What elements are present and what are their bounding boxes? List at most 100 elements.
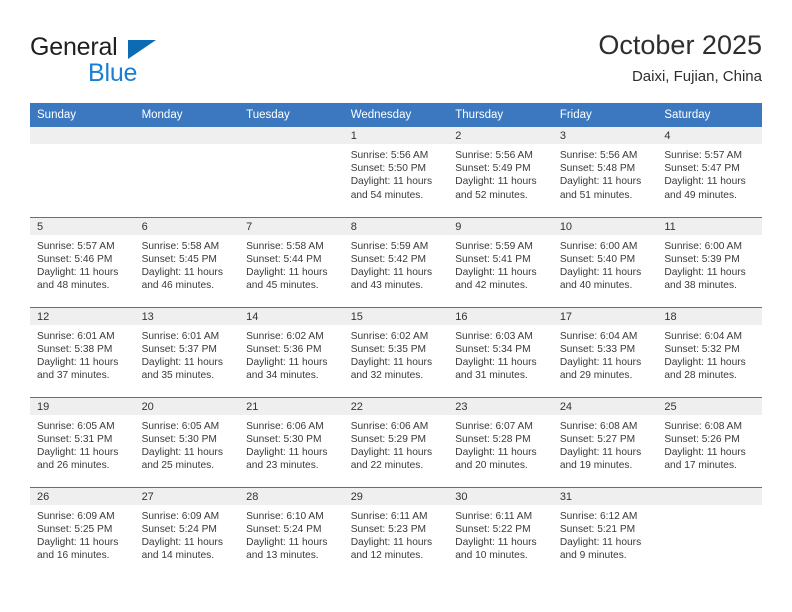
day-cell[interactable]: 15 Sunrise: 6:02 AM Sunset: 5:35 PM Dayligh… (343, 306, 449, 397)
day-number: 28 (239, 487, 344, 505)
daylight-line2-text: and 35 minutes. (141, 370, 215, 382)
daylight-line2-text: and 10 minutes. (455, 550, 528, 562)
sunrise-text: Sunrise: 6:10 AM (246, 510, 324, 522)
day-cell[interactable]: 4 Sunrise: 5:57 AM Sunset: 5:47 PM Daylight… (657, 127, 762, 217)
sunrise-text: Sunrise: 6:07 AM (455, 420, 533, 432)
sunrise-text: Sunrise: 6:00 AM (664, 240, 742, 252)
day-cell[interactable]: 31 Sunrise: 6:12 AM Sunset: 5:21 PM Dayligh… (552, 486, 658, 577)
daylight-line1-text: Daylight: 11 hours (246, 266, 328, 278)
day-cell[interactable]: 10 Sunrise: 6:00 AM Sunset: 5:40 PM Dayligh… (552, 216, 658, 307)
day-cell[interactable]: 28 Sunrise: 6:10 AM Sunset: 5:24 PM Dayligh… (239, 486, 344, 577)
day-number: 12 (30, 307, 135, 325)
column-header-tuesday: Tuesday (239, 103, 344, 127)
column-header-friday: Friday (552, 103, 658, 127)
sunset-text: Sunset: 5:42 PM (350, 253, 427, 265)
day-cell[interactable]: 13 Sunrise: 6:01 AM Sunset: 5:37 PM Dayligh… (134, 306, 240, 397)
day-number: 19 (30, 397, 135, 415)
day-details: Sunrise: 6:01 AM Sunset: 5:38 PM Daylight:… (30, 325, 135, 383)
day-details: Sunrise: 6:09 AM Sunset: 5:24 PM Daylight:… (135, 505, 240, 563)
sunrise-text: Sunrise: 5:58 AM (246, 240, 324, 252)
page-header: General Blue October 2025 Daixi, Fujian,… (30, 28, 762, 96)
day-cell[interactable]: 22 Sunrise: 6:06 AM Sunset: 5:29 PM Dayligh… (343, 396, 449, 487)
sunrise-text: Sunrise: 5:59 AM (350, 240, 429, 252)
daylight-line2-text: and 34 minutes. (246, 370, 319, 382)
daylight-line2-text: and 23 minutes. (246, 460, 319, 472)
daylight-line1-text: Daylight: 11 hours (141, 356, 223, 368)
daylight-line1-text: Daylight: 11 hours (246, 446, 328, 458)
day-number: 15 (343, 307, 449, 325)
day-cell[interactable]: 21 Sunrise: 6:06 AM Sunset: 5:30 PM Dayligh… (239, 396, 344, 487)
day-details: Sunrise: 5:56 AM Sunset: 5:49 PM Daylight:… (448, 144, 553, 202)
day-details: Sunrise: 6:08 AM Sunset: 5:26 PM Daylight:… (657, 415, 762, 473)
day-details: Sunrise: 5:57 AM Sunset: 5:46 PM Daylight:… (30, 235, 135, 293)
day-cell[interactable]: 30 Sunrise: 6:11 AM Sunset: 5:22 PM Dayligh… (448, 486, 553, 577)
daylight-line1-text: Daylight: 11 hours (664, 446, 746, 458)
daylight-line2-text: and 25 minutes. (141, 460, 215, 472)
sunset-text: Sunset: 5:31 PM (37, 433, 113, 445)
daylight-line2-text: and 42 minutes. (455, 280, 528, 292)
day-cell[interactable]: 7 Sunrise: 5:58 AM Sunset: 5:44 PM Daylight… (239, 216, 344, 307)
day-details: Sunrise: 6:03 AM Sunset: 5:34 PM Daylight:… (448, 325, 553, 383)
day-details: Sunrise: 5:59 AM Sunset: 5:42 PM Daylight:… (344, 235, 449, 293)
day-cell[interactable]: 16 Sunrise: 6:03 AM Sunset: 5:34 PM Dayligh… (448, 306, 553, 397)
sunrise-text: Sunrise: 5:59 AM (455, 240, 533, 252)
day-number: 21 (239, 397, 344, 415)
day-cell[interactable]: 29 Sunrise: 6:11 AM Sunset: 5:23 PM Dayligh… (343, 486, 449, 577)
sunrise-text: Sunrise: 6:02 AM (246, 330, 324, 342)
day-details: Sunrise: 5:58 AM Sunset: 5:45 PM Daylight:… (135, 235, 240, 293)
week-row: 5 Sunrise: 5:57 AM Sunset: 5:46 PM Daylight… (30, 216, 762, 307)
brand-logo[interactable]: General Blue (30, 32, 290, 88)
sunset-text: Sunset: 5:41 PM (455, 253, 531, 265)
day-details: Sunrise: 5:57 AM Sunset: 5:47 PM Daylight:… (657, 144, 762, 202)
day-number: 7 (239, 217, 344, 235)
day-cell[interactable]: 25 Sunrise: 6:08 AM Sunset: 5:26 PM Dayligh… (657, 396, 762, 487)
day-cell[interactable]: 3 Sunrise: 5:56 AM Sunset: 5:48 PM Daylight… (552, 127, 658, 217)
day-cell[interactable]: 11 Sunrise: 6:00 AM Sunset: 5:39 PM Dayligh… (657, 216, 762, 307)
sunrise-text: Sunrise: 5:56 AM (559, 150, 638, 161)
daylight-line1-text: Daylight: 11 hours (455, 176, 537, 188)
day-cell[interactable]: 18 Sunrise: 6:04 AM Sunset: 5:32 PM Dayligh… (657, 306, 762, 397)
daylight-line1-text: Daylight: 11 hours (350, 266, 433, 278)
day-details: Sunrise: 6:04 AM Sunset: 5:32 PM Daylight:… (657, 325, 762, 383)
sunset-text: Sunset: 5:25 PM (37, 523, 113, 535)
page-subtitle: Daixi, Fujian, China (631, 68, 762, 85)
daylight-line2-text: and 45 minutes. (246, 280, 319, 292)
day-cell[interactable]: 24 Sunrise: 6:08 AM Sunset: 5:27 PM Dayligh… (552, 396, 658, 487)
day-cell[interactable]: 2 Sunrise: 5:56 AM Sunset: 5:49 PM Daylight… (448, 127, 553, 217)
day-number: 9 (448, 217, 553, 235)
day-cell[interactable]: 6 Sunrise: 5:58 AM Sunset: 5:45 PM Daylight… (134, 216, 240, 307)
day-cell[interactable]: 12 Sunrise: 6:01 AM Sunset: 5:38 PM Dayligh… (30, 306, 135, 397)
day-cell[interactable]: 14 Sunrise: 6:02 AM Sunset: 5:36 PM Dayligh… (239, 306, 344, 397)
day-cell[interactable]: 20 Sunrise: 6:05 AM Sunset: 5:30 PM Dayligh… (134, 396, 240, 487)
sunset-text: Sunset: 5:40 PM (559, 253, 636, 265)
calendar-page: General Blue October 2025 Daixi, Fujian,… (0, 0, 792, 612)
day-details: Sunrise: 6:06 AM Sunset: 5:30 PM Daylight:… (239, 415, 344, 473)
day-cell[interactable]: 17 Sunrise: 6:04 AM Sunset: 5:33 PM Dayligh… (552, 306, 658, 397)
column-header-sunday: Sunday (30, 103, 135, 127)
day-number: 6 (134, 217, 240, 235)
day-cell[interactable]: 5 Sunrise: 5:57 AM Sunset: 5:46 PM Daylight… (30, 216, 135, 307)
day-cell[interactable]: 8 Sunrise: 5:59 AM Sunset: 5:42 PM Daylight… (343, 216, 449, 307)
daylight-line2-text: and 20 minutes. (455, 460, 528, 472)
sunrise-text: Sunrise: 6:09 AM (37, 510, 115, 522)
sunrise-text: Sunrise: 6:11 AM (350, 510, 428, 522)
day-cell[interactable]: 9 Sunrise: 5:59 AM Sunset: 5:41 PM Daylight… (448, 216, 553, 307)
daylight-line2-text: and 29 minutes. (559, 370, 633, 382)
day-cell[interactable]: 23 Sunrise: 6:07 AM Sunset: 5:28 PM Dayligh… (448, 396, 553, 487)
day-cell[interactable]: 27 Sunrise: 6:09 AM Sunset: 5:24 PM Dayligh… (134, 486, 240, 577)
week-row: 26 Sunrise: 6:09 AM Sunset: 5:25 PM Dayligh… (30, 486, 762, 577)
day-number: 8 (343, 217, 449, 235)
sunrise-text: Sunrise: 5:57 AM (37, 240, 115, 252)
day-details: Sunrise: 6:10 AM Sunset: 5:24 PM Daylight:… (239, 505, 344, 563)
sunset-text: Sunset: 5:30 PM (141, 433, 217, 445)
sunrise-text: Sunrise: 6:08 AM (559, 420, 638, 432)
week-row: 1 Sunrise: 5:56 AM Sunset: 5:50 PM Daylight… (30, 127, 762, 217)
day-cell[interactable]: 1 Sunrise: 5:56 AM Sunset: 5:50 PM Daylight… (343, 127, 449, 217)
daylight-line1-text: Daylight: 11 hours (141, 446, 223, 458)
daylight-line2-text: and 54 minutes. (350, 189, 424, 201)
day-cell[interactable]: 19 Sunrise: 6:05 AM Sunset: 5:31 PM Dayligh… (30, 396, 135, 487)
sunset-text: Sunset: 5:24 PM (246, 523, 322, 535)
daylight-line2-text: and 28 minutes. (664, 370, 737, 382)
day-details: Sunrise: 5:59 AM Sunset: 5:41 PM Daylight:… (448, 235, 553, 293)
day-cell[interactable]: 26 Sunrise: 6:09 AM Sunset: 5:25 PM Dayligh… (30, 486, 135, 577)
